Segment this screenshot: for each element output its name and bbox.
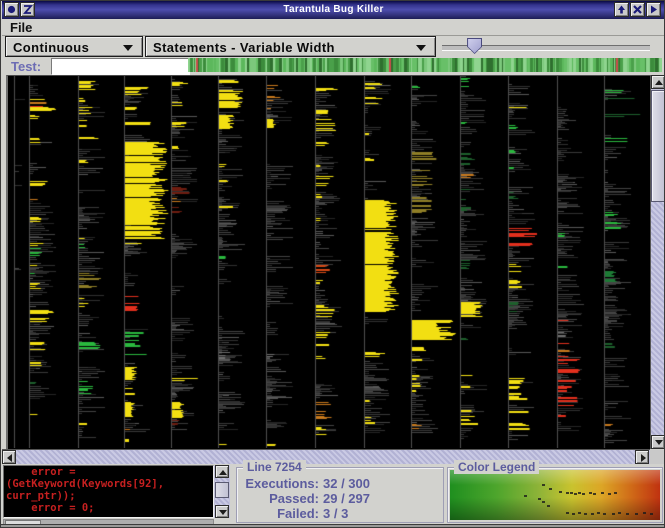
legend-data-dot [597,512,600,514]
code-vscroll-thumb[interactable] [215,482,229,498]
legend-data-dot [572,513,575,515]
close-button[interactable] [630,2,645,17]
legend-data-dot [635,513,638,515]
viz-vscroll-thumb[interactable] [651,90,665,202]
legend-data-dot [582,493,585,495]
chevron-down-icon [416,45,426,51]
code-line: error = [4,466,213,478]
line-info-panel: Line 7254 Executions: 32 / 300 Passed: 2… [236,467,444,523]
chevron-down-icon [123,45,133,51]
legend-data-dot [593,493,596,495]
legend-data-dot [614,492,617,494]
test-label: Test: [11,59,41,74]
executions-value: 32 / 300 [323,476,370,491]
triangle-down-icon [219,510,227,515]
legend-data-dot [542,484,545,486]
legend-data-dot [612,513,615,515]
tarantula-window: Tarantula Bug Killer File Continuous Sta… [0,0,665,528]
viz-vscroll-track[interactable] [651,202,665,435]
legend-data-dot [566,492,569,494]
code-vertical-scrollbar[interactable] [214,465,230,518]
legend-data-dot [549,488,552,490]
statement-visualization-panel [6,75,650,449]
maximize-button[interactable] [646,2,661,17]
legend-data-dot [574,493,577,495]
scroll-right-button[interactable] [635,450,649,464]
passed-value: 29 / 297 [323,491,370,506]
executions-row: Executions: 32 / 300 [241,476,370,491]
legend-data-dot [589,492,592,494]
view-mode-dropdown[interactable]: Statements - Variable Width [145,36,436,57]
passed-row: Passed: 29 / 297 [241,491,370,506]
executions-label: Executions: [241,476,319,491]
zoom-slider-thumb[interactable] [467,38,482,54]
code-line: error = 0; [4,502,213,514]
test-input[interactable] [51,58,190,75]
legend-data-dot [570,492,573,494]
scroll-left-button[interactable] [2,450,16,464]
viz-horizontal-scrollbar[interactable] [2,449,650,464]
legend-data-dot [618,512,621,514]
toolbar: Continuous Statements - Variable Width [2,36,665,58]
legend-data-dot [578,492,581,494]
legend-data-dot [643,512,646,514]
color-legend-panel: Color Legend [447,467,663,523]
triangle-left-icon [7,454,12,462]
passed-label: Passed: [241,491,319,506]
test-result-strip[interactable] [188,58,662,72]
legend-data-dot [547,505,550,507]
scrollbar-corner [650,450,665,464]
legend-data-dot [626,513,629,515]
color-legend-title: Color Legend [454,460,539,474]
legend-data-dot [650,513,653,515]
view-mode-value: Statements - Variable Width [153,40,335,55]
test-row: Test: [2,57,665,75]
failed-label: Failed: [241,506,319,521]
line-stats: Executions: 32 / 300 Passed: 29 / 297 Fa… [241,476,370,521]
legend-data-dot [542,501,545,503]
scroll-down-button[interactable] [651,435,665,449]
code-scroll-down-button[interactable] [215,505,229,518]
legend-data-dot [603,513,606,515]
legend-data-dot [601,492,604,494]
viz-hscroll-track[interactable] [16,450,635,464]
failed-row: Failed: 3 / 3 [241,506,370,521]
failed-value: 3 / 3 [323,506,348,521]
color-mode-dropdown[interactable]: Continuous [5,36,143,57]
status-strip [1,524,665,528]
source-code-panel[interactable]: error = (GetKeyword(Keywords[92], curr_p… [3,465,214,518]
code-scroll-up-button[interactable] [215,465,229,478]
titlebar[interactable]: Tarantula Bug Killer [2,1,665,19]
code-line: (GetKeyword(Keywords[92], [4,478,213,490]
legend-data-dot [591,513,594,515]
menu-file[interactable]: File [10,20,32,35]
scroll-up-button[interactable] [651,75,665,89]
legend-data-dot [524,495,527,497]
legend-data-dot [538,498,541,500]
menubar: File [2,19,665,36]
legend-data-dot [566,512,569,514]
legend-data-dot [578,512,581,514]
viz-vertical-scrollbar[interactable] [650,75,665,449]
code-line: curr_ptr)); [4,490,213,502]
restore-button[interactable] [614,2,629,17]
window-title: Tarantula Bug Killer [2,4,665,15]
legend-data-dot [584,513,587,515]
color-mode-value: Continuous [13,40,89,55]
slider-thumb-face [468,39,481,53]
legend-data-dot [608,493,611,495]
statement-visualization[interactable] [8,76,649,448]
triangle-down-icon [655,440,663,445]
line-info-title: Line 7254 [243,460,306,474]
legend-data-dot [559,491,562,493]
bottom-panel: error = (GetKeyword(Keywords[92], curr_p… [2,464,665,524]
triangle-right-icon [641,454,646,462]
triangle-up-icon [219,470,227,475]
triangle-up-icon [655,80,663,85]
color-legend-gradient [450,470,660,520]
